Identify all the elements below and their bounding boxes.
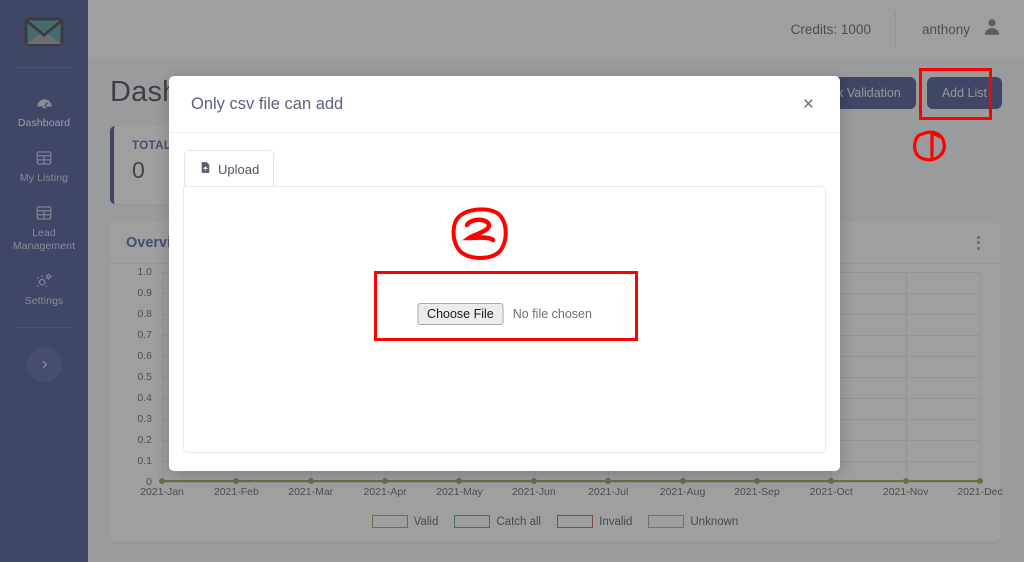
file-upload-icon — [199, 160, 212, 178]
close-icon[interactable]: × — [797, 91, 820, 118]
upload-tab-panel: Choose File No file chosen — [183, 186, 826, 453]
choose-file-button[interactable]: Choose File — [417, 303, 504, 325]
tab-label: Upload — [218, 161, 260, 177]
tab-upload[interactable]: Upload — [184, 150, 275, 187]
modal-title: Only csv file can add — [191, 94, 344, 113]
choose-file-input[interactable]: Choose File No file chosen — [417, 303, 592, 325]
modal-tabs: Upload — [183, 149, 826, 187]
app-root: Dashboard My Listing L — [0, 0, 1024, 562]
file-status-text: No file chosen — [512, 307, 592, 321]
modal-header: Only csv file can add × — [169, 76, 840, 133]
upload-csv-modal: Only csv file can add × Upload Choose Fi… — [169, 76, 840, 471]
modal-body: Upload Choose File No file chosen — [169, 133, 840, 471]
